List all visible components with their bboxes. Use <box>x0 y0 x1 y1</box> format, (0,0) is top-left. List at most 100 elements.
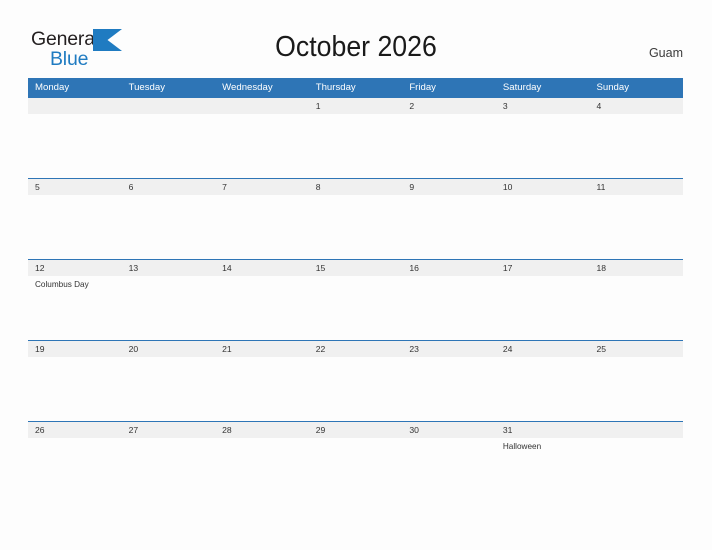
calendar-week-row: 5 6 7 8 9 10 11 <box>28 178 683 259</box>
general-blue-logo[interactable]: General Blue <box>31 28 151 74</box>
day-cell[interactable]: Halloween <box>496 438 590 502</box>
date-number[interactable]: 20 <box>122 341 216 357</box>
day-cell[interactable] <box>589 438 683 502</box>
day-cell[interactable] <box>496 195 590 259</box>
date-number[interactable]: 11 <box>589 179 683 195</box>
date-number[interactable]: 16 <box>402 260 496 276</box>
week-date-strip: 19 20 21 22 23 24 25 <box>28 340 683 357</box>
date-number[interactable]: 3 <box>496 98 590 114</box>
day-cell[interactable]: Columbus Day <box>28 276 122 340</box>
date-number[interactable]: 9 <box>402 179 496 195</box>
date-number[interactable]: 1 <box>309 98 403 114</box>
date-number[interactable]: 19 <box>28 341 122 357</box>
date-number[interactable]: 23 <box>402 341 496 357</box>
week-event-strip: Columbus Day <box>28 276 683 340</box>
date-number[interactable]: 26 <box>28 422 122 438</box>
weekday-header-row: Monday Tuesday Wednesday Thursday Friday… <box>28 78 683 97</box>
date-number[interactable]: 27 <box>122 422 216 438</box>
location-label: Guam <box>648 46 683 60</box>
week-event-strip <box>28 357 683 421</box>
day-cell[interactable] <box>215 357 309 421</box>
day-cell[interactable] <box>28 357 122 421</box>
date-number[interactable]: 28 <box>215 422 309 438</box>
date-number[interactable]: 15 <box>309 260 403 276</box>
day-cell[interactable] <box>28 114 122 178</box>
day-cell[interactable] <box>309 276 403 340</box>
day-cell[interactable] <box>122 276 216 340</box>
day-cell[interactable] <box>496 276 590 340</box>
weekday-header-thursday: Thursday <box>315 82 356 93</box>
date-number[interactable] <box>28 98 122 114</box>
date-number[interactable]: 30 <box>402 422 496 438</box>
date-number[interactable]: 21 <box>215 341 309 357</box>
week-date-strip: 12 13 14 15 16 17 18 <box>28 259 683 276</box>
day-cell[interactable] <box>309 114 403 178</box>
logo-text-general: General <box>31 28 99 50</box>
day-cell[interactable] <box>122 114 216 178</box>
day-cell[interactable] <box>28 438 122 502</box>
day-cell[interactable] <box>215 114 309 178</box>
day-cell[interactable] <box>215 276 309 340</box>
week-date-strip: 1 2 3 4 <box>28 97 683 114</box>
day-cell[interactable] <box>589 357 683 421</box>
day-cell[interactable] <box>309 438 403 502</box>
date-number[interactable]: 17 <box>496 260 590 276</box>
calendar-page: General Blue October 2026 Guam Monday Tu… <box>0 0 712 550</box>
calendar-week-row: 12 13 14 15 16 17 18 Columbus Day <box>28 259 683 340</box>
day-cell[interactable] <box>402 276 496 340</box>
calendar-week-row: 26 27 28 29 30 31 Halloween <box>28 421 683 502</box>
date-number[interactable]: 25 <box>589 341 683 357</box>
week-date-strip: 5 6 7 8 9 10 11 <box>28 178 683 195</box>
day-cell[interactable] <box>215 195 309 259</box>
week-date-strip: 26 27 28 29 30 31 <box>28 421 683 438</box>
date-number[interactable]: 14 <box>215 260 309 276</box>
week-event-strip: Halloween <box>28 438 683 502</box>
day-cell[interactable] <box>589 114 683 178</box>
day-cell[interactable] <box>402 195 496 259</box>
weekday-header-tuesday: Tuesday <box>128 82 166 93</box>
week-event-strip <box>28 114 683 178</box>
day-cell[interactable] <box>496 114 590 178</box>
date-number[interactable]: 13 <box>122 260 216 276</box>
logo-text-blue: Blue <box>50 48 89 70</box>
day-cell[interactable] <box>496 357 590 421</box>
date-number[interactable]: 7 <box>215 179 309 195</box>
date-number[interactable]: 31 <box>496 422 590 438</box>
date-number[interactable] <box>215 98 309 114</box>
weekday-header-monday: Monday <box>35 82 70 93</box>
date-number[interactable]: 29 <box>309 422 403 438</box>
page-header: General Blue October 2026 Guam <box>0 0 712 78</box>
day-cell[interactable] <box>122 438 216 502</box>
day-cell[interactable] <box>402 114 496 178</box>
date-number[interactable]: 10 <box>496 179 590 195</box>
day-cell[interactable] <box>309 195 403 259</box>
page-title: October 2026 <box>275 31 437 63</box>
weekday-header-wednesday: Wednesday <box>222 82 273 93</box>
date-number[interactable]: 4 <box>589 98 683 114</box>
date-number[interactable]: 2 <box>402 98 496 114</box>
date-number[interactable]: 8 <box>309 179 403 195</box>
date-number[interactable]: 22 <box>309 341 403 357</box>
day-cell[interactable] <box>28 195 122 259</box>
weekday-header-sunday: Sunday <box>596 82 630 93</box>
day-cell[interactable] <box>402 438 496 502</box>
day-cell[interactable] <box>122 357 216 421</box>
event-label: Columbus Day <box>35 280 89 289</box>
date-number[interactable]: 12 <box>28 260 122 276</box>
date-number[interactable] <box>122 98 216 114</box>
date-number[interactable] <box>589 422 683 438</box>
day-cell[interactable] <box>215 438 309 502</box>
week-event-strip <box>28 195 683 259</box>
day-cell[interactable] <box>589 276 683 340</box>
day-cell[interactable] <box>402 357 496 421</box>
date-number[interactable]: 5 <box>28 179 122 195</box>
date-number[interactable]: 24 <box>496 341 590 357</box>
day-cell[interactable] <box>309 357 403 421</box>
weekday-header-saturday: Saturday <box>502 82 542 93</box>
day-cell[interactable] <box>122 195 216 259</box>
day-cell[interactable] <box>589 195 683 259</box>
date-number[interactable]: 18 <box>589 260 683 276</box>
triangle-flag-icon <box>93 29 123 52</box>
calendar-week-row: 19 20 21 22 23 24 25 <box>28 340 683 421</box>
date-number[interactable]: 6 <box>122 179 216 195</box>
